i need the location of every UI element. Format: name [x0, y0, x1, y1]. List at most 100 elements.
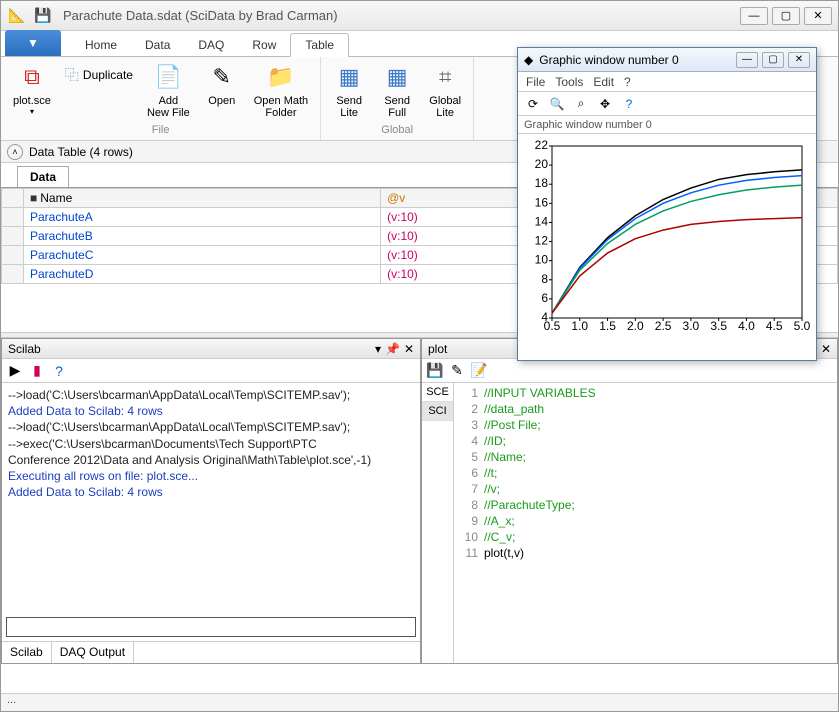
new-file-icon: 📄	[152, 61, 184, 93]
svg-text:10: 10	[535, 253, 549, 267]
svg-text:4.5: 4.5	[766, 319, 783, 333]
svg-text:18: 18	[535, 176, 549, 190]
svg-text:16: 16	[535, 195, 549, 209]
save-icon[interactable]: 💾	[426, 362, 444, 380]
scilab-console: -->load('C:\Users\bcarman\AppData\Local\…	[2, 383, 420, 613]
open-icon: ✎	[206, 61, 238, 93]
close-icon[interactable]: ✕	[821, 342, 831, 356]
run-icon[interactable]: ▶	[6, 362, 24, 380]
zoom-box-icon[interactable]: ⌕	[572, 95, 590, 113]
console-line: -->load('C:\Users\bcarman\AppData\Local\…	[8, 419, 414, 435]
code-line: //Name;	[484, 449, 596, 465]
save-icon[interactable]: 💾	[33, 6, 53, 26]
code-editor[interactable]: 1234567891011 //INPUT VARIABLES//data_pa…	[454, 383, 837, 663]
graphic-title: Graphic window number 0	[539, 53, 678, 67]
col-name[interactable]: Name	[24, 189, 381, 208]
graphic-window[interactable]: ◆ Graphic window number 0 — ▢ ✕ File Too…	[517, 47, 817, 361]
tab-daq-output[interactable]: DAQ Output	[52, 642, 134, 663]
open-button[interactable]: ✎ Open	[200, 59, 244, 124]
tab-scilab[interactable]: Scilab	[2, 642, 52, 663]
grid-icon: ▦	[333, 61, 365, 93]
scilab-icon: ◆	[524, 53, 533, 67]
menu-help[interactable]: ?	[624, 75, 631, 89]
script-tabs: SCE SCI	[422, 383, 454, 663]
tab-data-sheet[interactable]: Data	[17, 166, 69, 187]
tab-data[interactable]: Data	[131, 34, 184, 56]
dropdown-icon[interactable]: ▾	[375, 342, 381, 356]
graphic-toolbar: ⟳ 🔍 ⌕ ✥ ?	[518, 92, 816, 116]
sce-icon: ⧉	[16, 61, 48, 93]
chart-icon[interactable]: ▮	[28, 362, 46, 380]
chevron-up-icon[interactable]: ˄	[7, 144, 23, 160]
edit-icon[interactable]: ✎	[448, 362, 466, 380]
svg-text:3.0: 3.0	[683, 319, 700, 333]
folder-icon: 📁	[265, 61, 297, 93]
code-line: //v;	[484, 481, 596, 497]
open-math-folder-button[interactable]: 📁 Open Math Folder	[248, 59, 314, 124]
zoom-in-icon[interactable]: 🔍	[548, 95, 566, 113]
svg-text:2.5: 2.5	[655, 319, 672, 333]
graphic-titlebar[interactable]: ◆ Graphic window number 0 — ▢ ✕	[518, 48, 816, 72]
tab-table[interactable]: Table	[290, 33, 349, 57]
close-icon[interactable]: ✕	[404, 342, 414, 356]
console-line: Added Data to Scilab: 4 rows	[8, 403, 414, 419]
code-line: //data_path	[484, 401, 596, 417]
svg-text:1.5: 1.5	[599, 319, 616, 333]
graphic-menubar: File Tools Edit ?	[518, 72, 816, 92]
tab-sci[interactable]: SCI	[422, 402, 453, 421]
svg-text:22: 22	[535, 138, 549, 152]
send-lite-button[interactable]: ▦ Send Lite	[327, 59, 371, 124]
send-full-button[interactable]: ▦ Send Full	[375, 59, 419, 124]
menu-tools[interactable]: Tools	[555, 75, 583, 89]
row-header-corner[interactable]	[2, 189, 24, 208]
svg-text:5.0: 5.0	[794, 319, 810, 333]
maximize-button[interactable]: ▢	[772, 7, 800, 25]
menu-edit[interactable]: Edit	[593, 75, 614, 89]
pan-icon[interactable]: ✥	[596, 95, 614, 113]
minimize-button[interactable]: —	[740, 7, 768, 25]
help-icon[interactable]: ?	[50, 362, 68, 380]
tab-sce[interactable]: SCE	[422, 383, 453, 402]
code-line: //ParachuteType;	[484, 497, 596, 513]
rotate-icon[interactable]: ⟳	[524, 95, 542, 113]
plotsce-button[interactable]: ⧉ plot.sce ▾	[7, 59, 57, 124]
tab-daq[interactable]: DAQ	[184, 34, 238, 56]
scilab-panel-title: Scilab ▾ 📌 ✕	[2, 339, 420, 359]
titlebar: 📐 💾 Parachute Data.sdat (SciData by Brad…	[1, 1, 838, 31]
grid-icon: ▦	[381, 61, 413, 93]
title-text: Parachute Data.sdat (SciData by Brad Car…	[63, 8, 338, 23]
group-global-label: Global	[327, 124, 467, 138]
app-icon: 📐	[7, 6, 27, 26]
duplicate-button[interactable]: ⿻ Duplicate	[61, 63, 137, 87]
statusbar: ...	[1, 693, 838, 711]
note-icon[interactable]: 📝	[470, 362, 488, 380]
scilab-toolbar: ▶ ▮ ?	[2, 359, 420, 383]
collapse-label: Data Table (4 rows)	[29, 145, 133, 159]
global-lite-button[interactable]: ⌗ Global Lite	[423, 59, 467, 124]
code-line: //A_x;	[484, 513, 596, 529]
code-line: plot(t,v)	[484, 545, 596, 561]
help-icon[interactable]: ?	[620, 95, 638, 113]
minimize-button[interactable]: —	[736, 52, 758, 68]
svg-text:3.5: 3.5	[710, 319, 727, 333]
code-line: //Post File;	[484, 417, 596, 433]
close-button[interactable]: ✕	[804, 7, 832, 25]
console-line: -->load('C:\Users\bcarman\AppData\Local\…	[8, 387, 414, 403]
code-line: //t;	[484, 465, 596, 481]
duplicate-icon: ⿻	[65, 65, 79, 85]
close-button[interactable]: ✕	[788, 52, 810, 68]
add-new-file-button[interactable]: 📄 Add New File	[141, 59, 196, 124]
tab-home[interactable]: Home	[71, 34, 131, 56]
scilab-input[interactable]	[6, 617, 416, 637]
svg-text:1.0: 1.0	[571, 319, 588, 333]
console-line: Executing all rows on file: plot.sce...	[8, 468, 414, 484]
svg-text:2.0: 2.0	[627, 319, 644, 333]
tab-row[interactable]: Row	[238, 34, 290, 56]
code-line: //C_v;	[484, 529, 596, 545]
pin-icon[interactable]: 📌	[385, 342, 400, 356]
file-menu-button[interactable]: ▼	[5, 30, 61, 56]
menu-file[interactable]: File	[526, 75, 545, 89]
calc-icon: ⌗	[429, 61, 461, 93]
console-line: Added Data to Scilab: 4 rows	[8, 484, 414, 500]
maximize-button[interactable]: ▢	[762, 52, 784, 68]
